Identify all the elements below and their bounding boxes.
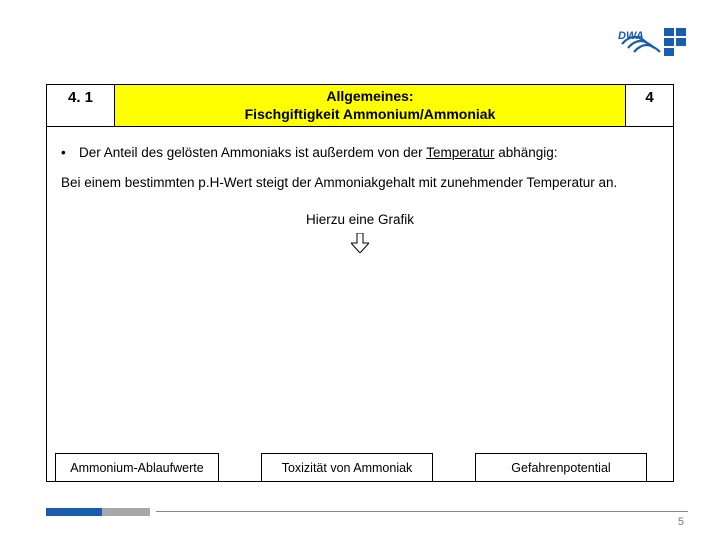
paragraph: Bei einem bestimmten p.H-Wert steigt der… <box>61 174 659 192</box>
subsection-number: 4 <box>625 85 673 126</box>
bottom-box-gefahrenpotential: Gefahrenpotential <box>475 453 647 481</box>
footer-line <box>156 511 688 512</box>
content-frame: 4. 1 Allgemeines: Fischgiftigkeit Ammoni… <box>46 84 674 482</box>
dwa-logo: DWA <box>618 24 688 60</box>
footer-bar-blue <box>46 508 102 516</box>
footer-bar-gray <box>102 508 150 516</box>
footer: 5 <box>46 502 688 520</box>
bullet-text-before: Der Anteil des gelösten Ammoniaks ist au… <box>79 145 426 160</box>
bullet-text: Der Anteil des gelösten Ammoniaks ist au… <box>79 145 558 160</box>
bullet-text-after: abhängig: <box>494 145 557 160</box>
bottom-box-ablaufwerte: Ammonium-Ablaufwerte <box>55 453 219 481</box>
title-line-1: Allgemeines: <box>326 88 413 106</box>
bullet-text-underlined: Temperatur <box>426 145 494 160</box>
bullet-item: • Der Anteil des gelösten Ammoniaks ist … <box>61 145 659 160</box>
svg-text:DWA: DWA <box>618 30 644 42</box>
bullet-marker: • <box>61 145 79 160</box>
header-row: 4. 1 Allgemeines: Fischgiftigkeit Ammoni… <box>47 85 673 127</box>
arrow-down-icon <box>351 233 369 253</box>
bottom-boxes-row: Ammonium-Ablaufwerte Toxizität von Ammon… <box>47 453 673 481</box>
footer-bars <box>46 508 150 516</box>
bottom-box-toxizitaet: Toxizität von Ammoniak <box>261 453 433 481</box>
title-line-2: Fischgiftigkeit Ammonium/Ammoniak <box>245 106 496 124</box>
slide-title: Allgemeines: Fischgiftigkeit Ammonium/Am… <box>115 85 625 126</box>
section-number: 4. 1 <box>47 85 115 126</box>
body-area: • Der Anteil des gelösten Ammoniaks ist … <box>47 127 673 481</box>
page-number: 5 <box>678 516 684 528</box>
grafik-label: Hierzu eine Grafik <box>61 212 659 227</box>
